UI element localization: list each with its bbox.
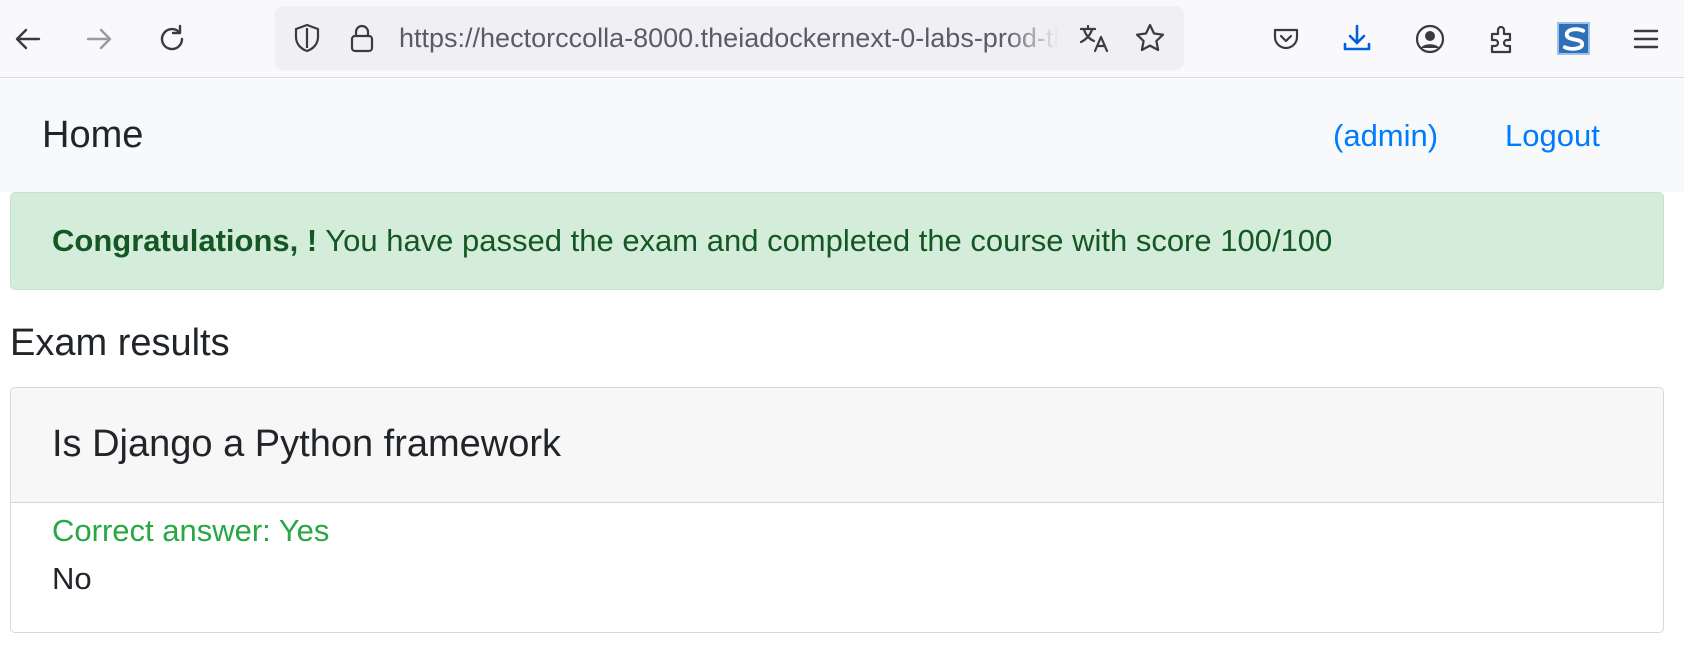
success-alert: Congratulations, ! You have passed the e…: [10, 192, 1664, 290]
lock-icon[interactable]: [346, 22, 378, 54]
extensions-icon[interactable]: [1478, 15, 1526, 63]
forward-icon[interactable]: [75, 15, 123, 63]
back-icon[interactable]: [4, 15, 52, 63]
account-icon[interactable]: [1406, 15, 1454, 63]
star-icon[interactable]: [1134, 22, 1166, 54]
alert-message: You have passed the exam and completed t…: [317, 223, 1333, 258]
browser-toolbar: https://hectorccolla-8000.theiadockernex…: [0, 0, 1684, 78]
url-bar[interactable]: https://hectorccolla-8000.theiadockernex…: [275, 6, 1184, 70]
translate-icon[interactable]: [1078, 22, 1110, 54]
shield-icon[interactable]: [291, 22, 323, 54]
alert-strong: Congratulations, !: [52, 223, 318, 258]
logout-link[interactable]: Logout: [1505, 79, 1600, 192]
reload-icon[interactable]: [148, 15, 196, 63]
download-icon[interactable]: [1333, 15, 1381, 63]
home-link[interactable]: Home: [42, 79, 143, 192]
s-extension-icon[interactable]: [1557, 22, 1590, 55]
correct-answer-label: Correct answer: Yes: [52, 513, 330, 548]
user-link[interactable]: (admin): [1333, 79, 1438, 192]
pocket-icon[interactable]: [1262, 15, 1310, 63]
exam-results-title: Exam results: [10, 322, 230, 364]
navbar: Home (admin) Logout: [0, 79, 1684, 192]
question-card: Is Django a Python framework Correct ans…: [10, 387, 1664, 633]
menu-icon[interactable]: [1622, 15, 1670, 63]
question-text: Is Django a Python framework: [11, 388, 1663, 503]
selected-answer: No: [52, 561, 92, 596]
url-text[interactable]: https://hectorccolla-8000.theiadockernex…: [399, 6, 1059, 70]
